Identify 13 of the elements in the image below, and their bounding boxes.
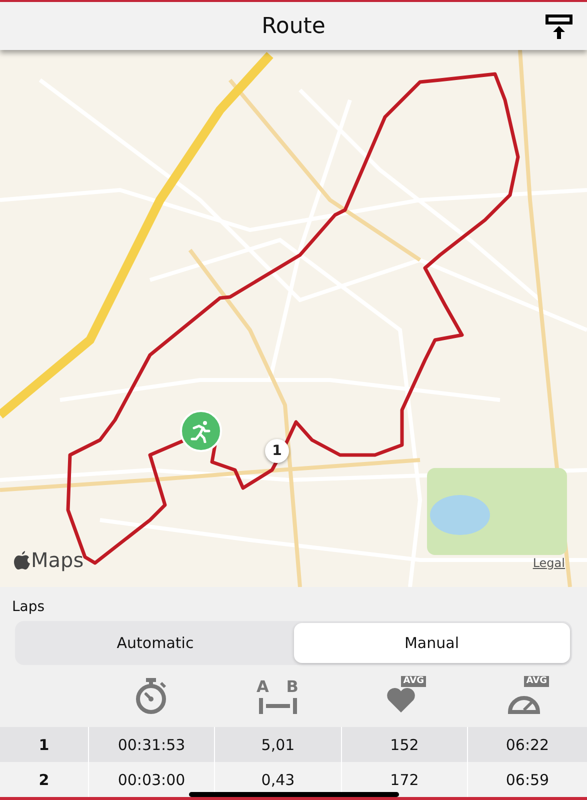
lap-marker: 1 bbox=[265, 439, 289, 463]
segment-tab[interactable]: Automatic bbox=[17, 623, 294, 663]
lap-number: 2 bbox=[38, 770, 50, 790]
runner-icon bbox=[189, 419, 213, 443]
maps-logo-text: Maps bbox=[31, 548, 84, 572]
apple-logo-icon bbox=[14, 550, 30, 570]
stopwatch-icon bbox=[134, 677, 168, 715]
legal-link[interactable]: Legal bbox=[532, 556, 565, 570]
export-button[interactable] bbox=[545, 14, 573, 40]
section-title: Laps bbox=[11, 598, 46, 617]
lap-number: 1 bbox=[38, 734, 50, 756]
page-title: Route bbox=[262, 14, 326, 38]
segment-tab[interactable]: Manual bbox=[294, 623, 570, 663]
